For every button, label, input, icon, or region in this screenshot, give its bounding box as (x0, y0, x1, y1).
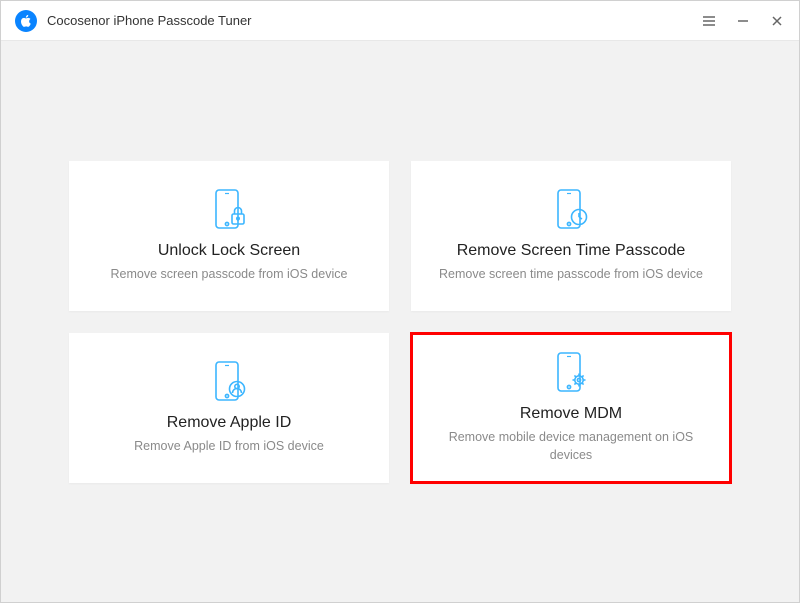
menu-icon (702, 15, 716, 27)
apple-icon (20, 14, 32, 28)
remove-mdm-card[interactable]: Remove MDM Remove mobile device manageme… (411, 333, 731, 483)
card-description: Remove Apple ID from iOS device (134, 438, 324, 456)
menu-button[interactable] (701, 13, 717, 29)
remove-apple-id-card[interactable]: Remove Apple ID Remove Apple ID from iOS… (69, 333, 389, 483)
unlock-lock-screen-card[interactable]: Unlock Lock Screen Remove screen passcod… (69, 161, 389, 311)
lock-screen-icon (212, 188, 246, 232)
card-title: Remove Apple ID (167, 414, 292, 432)
close-icon (771, 15, 783, 27)
mdm-icon (554, 351, 588, 395)
minimize-button[interactable] (735, 13, 751, 29)
titlebar: Cocosenor iPhone Passcode Tuner (1, 1, 799, 41)
app-title: Cocosenor iPhone Passcode Tuner (47, 13, 701, 28)
card-description: Remove mobile device management on iOS d… (431, 429, 711, 464)
window-controls (701, 13, 785, 29)
apple-id-icon (212, 360, 246, 404)
card-description: Remove screen passcode from iOS device (111, 266, 348, 284)
app-logo (15, 10, 37, 32)
option-grid: Unlock Lock Screen Remove screen passcod… (69, 161, 731, 483)
card-title: Unlock Lock Screen (158, 242, 300, 260)
minimize-icon (737, 15, 749, 27)
screen-time-icon (554, 188, 588, 232)
card-title: Remove MDM (520, 405, 622, 423)
close-button[interactable] (769, 13, 785, 29)
card-title: Remove Screen Time Passcode (457, 242, 686, 260)
card-description: Remove screen time passcode from iOS dev… (439, 266, 703, 284)
remove-screen-time-card[interactable]: Remove Screen Time Passcode Remove scree… (411, 161, 731, 311)
content-area: Unlock Lock Screen Remove screen passcod… (1, 41, 799, 602)
